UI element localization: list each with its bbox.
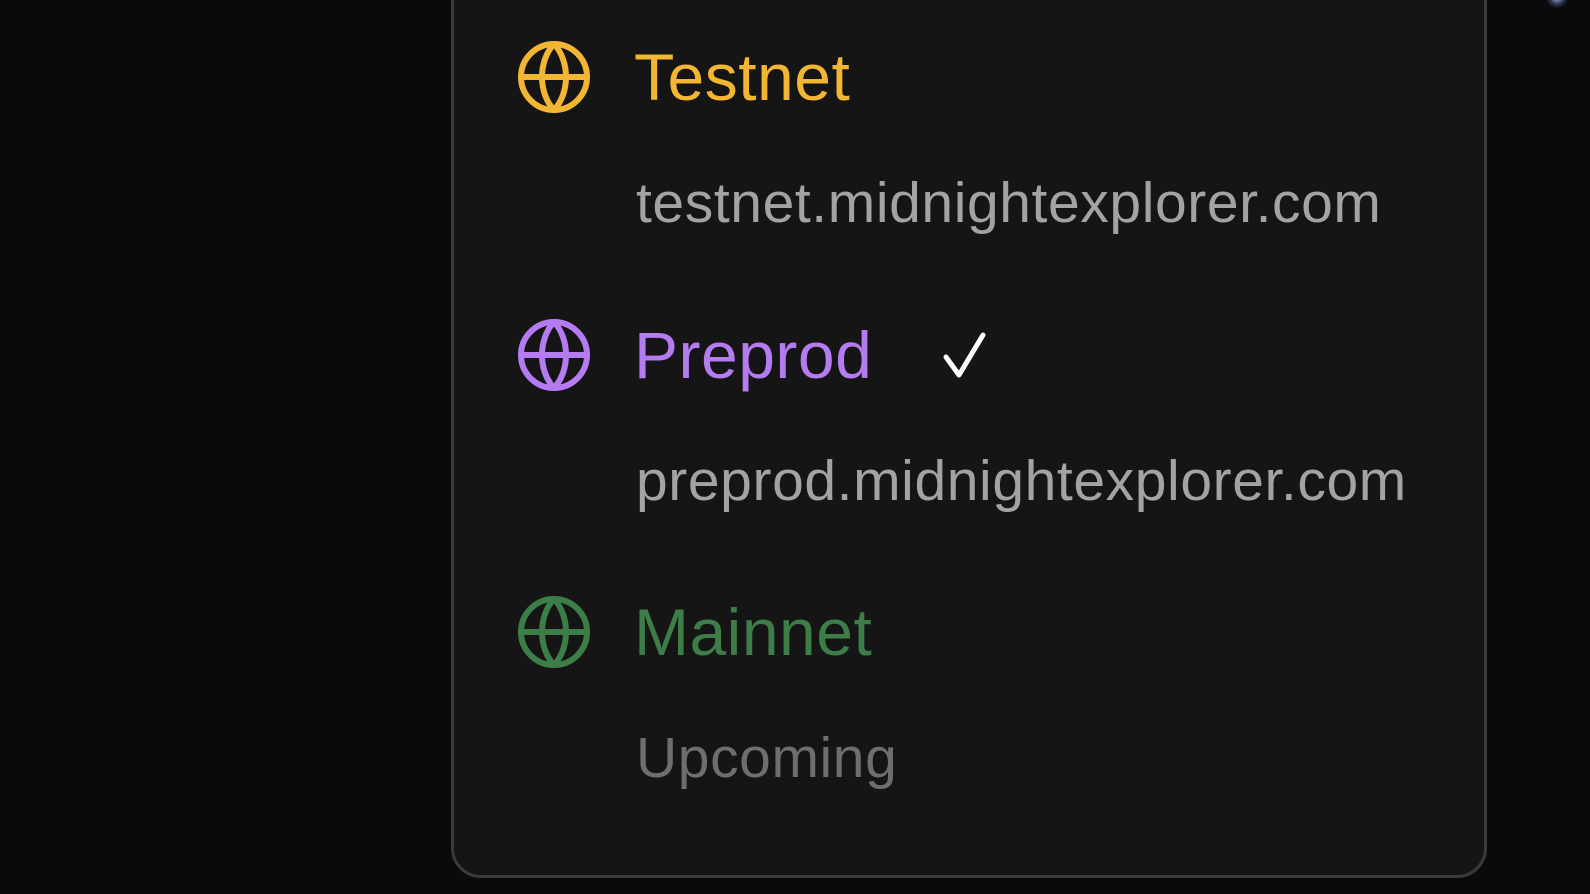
network-name: Preprod xyxy=(634,318,873,392)
network-dropdown-menu: Testnet testnet.midnightexplorer.com Pre… xyxy=(451,0,1487,878)
corner-glow xyxy=(1546,0,1568,8)
network-name: Testnet xyxy=(634,40,851,114)
network-status: Upcoming xyxy=(636,726,898,790)
globe-icon xyxy=(516,594,592,670)
network-selector-screen: Testnet testnet.midnightexplorer.com Pre… xyxy=(0,0,1590,894)
network-url: preprod.midnightexplorer.com xyxy=(636,449,1407,513)
globe-icon xyxy=(516,39,592,115)
network-option-testnet[interactable]: Testnet testnet.midnightexplorer.com xyxy=(454,3,1484,243)
network-option-preprod[interactable]: Preprod preprod.midnightexplorer.com xyxy=(454,281,1484,521)
globe-icon xyxy=(516,317,592,393)
network-name: Mainnet xyxy=(634,595,873,669)
checkmark-icon xyxy=(941,317,989,393)
network-url: testnet.midnightexplorer.com xyxy=(636,171,1382,235)
network-option-mainnet[interactable]: Mainnet Upcoming xyxy=(454,558,1484,798)
